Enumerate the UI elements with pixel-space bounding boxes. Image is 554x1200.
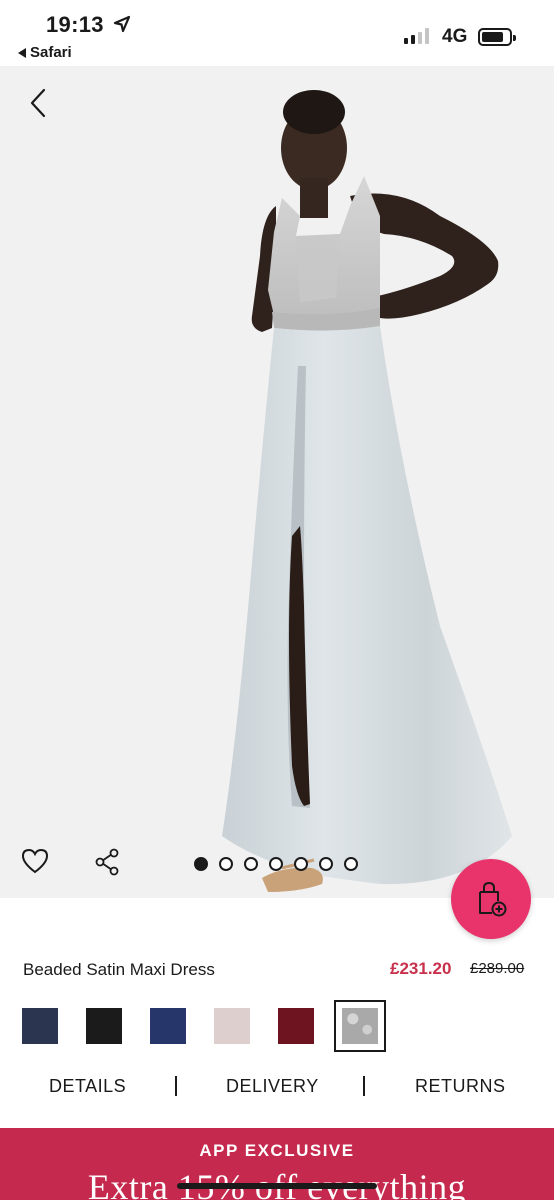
battery-icon — [478, 28, 516, 46]
share-icon[interactable] — [94, 848, 120, 876]
back-app-label: Safari — [30, 44, 72, 61]
shopping-bag-plus-icon — [479, 881, 507, 917]
network-type: 4G — [442, 26, 468, 47]
swatch-navy[interactable] — [150, 1008, 186, 1044]
carousel-dots — [194, 857, 358, 871]
original-price: £289.00 — [470, 960, 525, 977]
swatch-black-sequin[interactable] — [86, 1008, 122, 1044]
add-to-bag-button[interactable] — [451, 859, 531, 939]
tab-details[interactable]: DETAILS — [49, 1076, 126, 1097]
promo-banner[interactable]: APP EXCLUSIVE Extra 15% off everything — [0, 1128, 554, 1200]
carousel-dot[interactable] — [294, 857, 308, 871]
signal-icon — [404, 28, 429, 44]
tab-delivery[interactable]: DELIVERY — [226, 1076, 319, 1097]
location-arrow-icon — [113, 15, 131, 33]
back-chevron-icon[interactable] — [24, 86, 54, 120]
swatch-silver[interactable] — [334, 1000, 386, 1052]
color-swatches — [22, 1000, 542, 1052]
carousel-dot[interactable] — [194, 857, 208, 871]
swatch-blush[interactable] — [214, 1008, 250, 1044]
home-indicator — [177, 1183, 377, 1189]
carousel-dot[interactable] — [269, 857, 283, 871]
swatch-burgundy[interactable] — [278, 1008, 314, 1044]
product-title: Beaded Satin Maxi Dress — [23, 960, 215, 979]
sale-price: £231.20 — [390, 959, 452, 978]
back-triangle-icon — [18, 47, 26, 58]
status-bar: 19:13 Safari 4G — [0, 0, 554, 66]
swatch-navy-sequin[interactable] — [22, 1008, 58, 1044]
status-time: 19:13 — [46, 12, 104, 37]
tab-divider — [363, 1076, 365, 1096]
product-image-carousel[interactable] — [0, 66, 554, 898]
carousel-dot[interactable] — [244, 857, 258, 871]
product-photo — [222, 90, 512, 892]
tab-returns[interactable]: RETURNS — [415, 1076, 506, 1097]
tab-divider — [175, 1076, 177, 1096]
heart-icon[interactable] — [20, 846, 50, 876]
carousel-dot[interactable] — [319, 857, 333, 871]
info-tabs: DETAILS DELIVERY RETURNS — [0, 1066, 554, 1106]
back-to-app-link[interactable]: Safari — [18, 44, 72, 61]
carousel-dot[interactable] — [344, 857, 358, 871]
carousel-dot[interactable] — [219, 857, 233, 871]
promo-kicker: APP EXCLUSIVE — [199, 1141, 355, 1160]
